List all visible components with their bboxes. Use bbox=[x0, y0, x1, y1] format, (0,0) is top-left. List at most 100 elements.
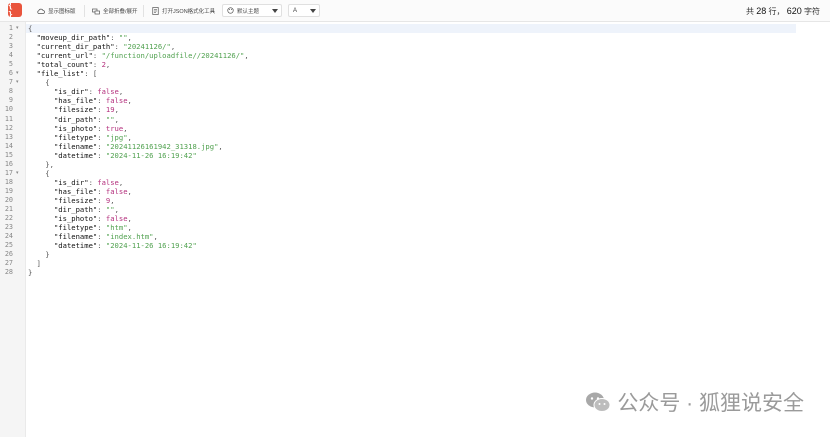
json-key: "current_dir_path" bbox=[36, 42, 115, 52]
json-punctuation: : bbox=[97, 132, 106, 142]
json-key: "filetype" bbox=[53, 223, 98, 233]
watermark-text: 公众号 · 狐狸说安全 bbox=[617, 392, 804, 415]
json-punctuation bbox=[28, 241, 54, 250]
watermark: 公众号 · 狐狸说安全 bbox=[585, 387, 804, 417]
theme-select[interactable]: 默认主题 bbox=[222, 4, 282, 17]
json-punctuation: : bbox=[97, 141, 106, 151]
json-punctuation: , bbox=[244, 51, 249, 61]
json-editor[interactable]: { "moveup_dir_path": "", "current_dir_pa… bbox=[26, 22, 796, 437]
json-key: "is_photo" bbox=[53, 214, 98, 224]
collapse-expand-all-button[interactable]: 全部折叠/展开 bbox=[92, 4, 138, 18]
json-boolean: false bbox=[105, 96, 128, 106]
line-number: 14 bbox=[4, 141, 13, 150]
json-punctuation: : bbox=[97, 150, 106, 160]
line-number: 17 bbox=[4, 168, 13, 177]
code-line: "total_count": 2, bbox=[28, 60, 111, 69]
line-number: 6 bbox=[8, 69, 13, 78]
json-punctuation bbox=[28, 142, 54, 151]
json-key: "is_photo" bbox=[53, 123, 98, 133]
stats-prefix: 共 bbox=[746, 7, 755, 16]
json-string: "" bbox=[118, 33, 128, 43]
json-punctuation bbox=[28, 187, 54, 196]
code-line: "filesize": 9, bbox=[28, 196, 115, 205]
code-line: "dir_path": "", bbox=[28, 205, 119, 214]
line-number: 23 bbox=[4, 223, 13, 232]
json-punctuation bbox=[28, 133, 54, 142]
stats-char-count: 620 bbox=[786, 6, 802, 16]
json-punctuation bbox=[28, 60, 37, 69]
code-line: "filetype": "jpg", bbox=[28, 133, 132, 142]
json-punctuation: : bbox=[97, 96, 106, 106]
line-number: 26 bbox=[4, 250, 13, 259]
line-number: 24 bbox=[4, 232, 13, 241]
open-json-formatter-button[interactable]: 打开JSON格式化工具 bbox=[152, 4, 215, 18]
json-string: "2024-11-26 16:19:42" bbox=[105, 241, 197, 251]
json-string: "jpg" bbox=[105, 132, 128, 142]
json-key: "datetime" bbox=[53, 241, 98, 251]
line-number: 21 bbox=[4, 205, 13, 213]
json-punctuation bbox=[28, 124, 54, 133]
json-punctuation: ] bbox=[28, 259, 41, 269]
collapse-expand-all-label: 全部折叠/展开 bbox=[103, 9, 138, 15]
code-line: "current_dir_path": "20241126/", bbox=[28, 42, 175, 51]
json-key: "is_dir" bbox=[53, 177, 89, 187]
json-boolean: false bbox=[105, 214, 128, 224]
json-key: "datetime" bbox=[53, 150, 98, 160]
json-punctuation: , bbox=[114, 105, 119, 115]
line-number: 28 bbox=[4, 268, 13, 277]
wechat-icon bbox=[586, 392, 611, 412]
code-line: } bbox=[28, 268, 32, 277]
palette-icon bbox=[227, 7, 234, 14]
json-punctuation: : bbox=[114, 42, 124, 52]
line-number: 11 bbox=[4, 114, 13, 123]
theme-select-value: 默认主题 bbox=[237, 8, 260, 15]
code-line: }, bbox=[28, 160, 54, 169]
json-punctuation: : bbox=[97, 205, 106, 214]
line-number: 20 bbox=[4, 195, 13, 204]
json-punctuation: : bbox=[97, 114, 106, 124]
document-stats: 共 28 行， 620 字符 bbox=[746, 6, 820, 17]
json-key: "filename" bbox=[53, 141, 98, 151]
json-punctuation bbox=[28, 105, 54, 114]
json-string: "htm" bbox=[105, 223, 128, 233]
fold-toggle-icon[interactable]: ▾ bbox=[16, 78, 19, 87]
json-punctuation: , bbox=[110, 195, 115, 205]
json-punctuation: : bbox=[97, 214, 106, 224]
json-punctuation: , bbox=[118, 87, 124, 97]
code-line: "is_dir": false, bbox=[28, 87, 123, 96]
line-number: 10 bbox=[4, 105, 13, 114]
line-number: 19 bbox=[4, 186, 13, 195]
json-punctuation: : bbox=[110, 33, 119, 43]
show-icon-mode-label: 显示图标版 bbox=[48, 9, 76, 15]
json-string: "20241126161942_31318.jpg" bbox=[105, 141, 219, 151]
line-number: 18 bbox=[4, 177, 13, 186]
json-punctuation bbox=[28, 87, 54, 96]
line-number: 8 bbox=[8, 87, 13, 96]
stats-line-count: 28 bbox=[756, 6, 767, 16]
code-line: "datetime": "2024-11-26 16:19:42" bbox=[28, 151, 197, 160]
app-logo-icon[interactable]: { } bbox=[8, 1, 22, 19]
json-punctuation bbox=[28, 214, 54, 223]
json-punctuation: : bbox=[97, 186, 106, 196]
json-string: "/function/uploadfile//20241126/" bbox=[101, 51, 245, 61]
json-punctuation bbox=[28, 205, 54, 214]
fold-toggle-icon[interactable]: ▾ bbox=[16, 24, 19, 33]
json-punctuation bbox=[28, 232, 54, 241]
json-punctuation: , bbox=[170, 42, 176, 52]
line-number: 25 bbox=[4, 241, 13, 250]
json-punctuation: , bbox=[127, 223, 132, 233]
json-punctuation: : bbox=[88, 177, 98, 187]
code-line: "current_url": "/function/uploadfile//20… bbox=[28, 51, 249, 60]
show-icon-mode-button[interactable]: 显示图标版 bbox=[37, 4, 76, 18]
font-select[interactable]: A bbox=[288, 4, 320, 17]
line-number: 5 bbox=[8, 60, 13, 69]
toolbar-divider bbox=[143, 5, 144, 17]
json-punctuation: : bbox=[97, 105, 106, 115]
code-line: "datetime": "2024-11-26 16:19:42" bbox=[28, 241, 197, 250]
code-line: "has_file": false, bbox=[28, 187, 132, 196]
fold-toggle-icon[interactable]: ▾ bbox=[16, 69, 19, 78]
fold-toggle-icon[interactable]: ▾ bbox=[16, 169, 19, 178]
json-punctuation: , bbox=[218, 141, 223, 151]
json-punctuation: } bbox=[28, 268, 33, 278]
json-punctuation: : [ bbox=[84, 69, 98, 79]
